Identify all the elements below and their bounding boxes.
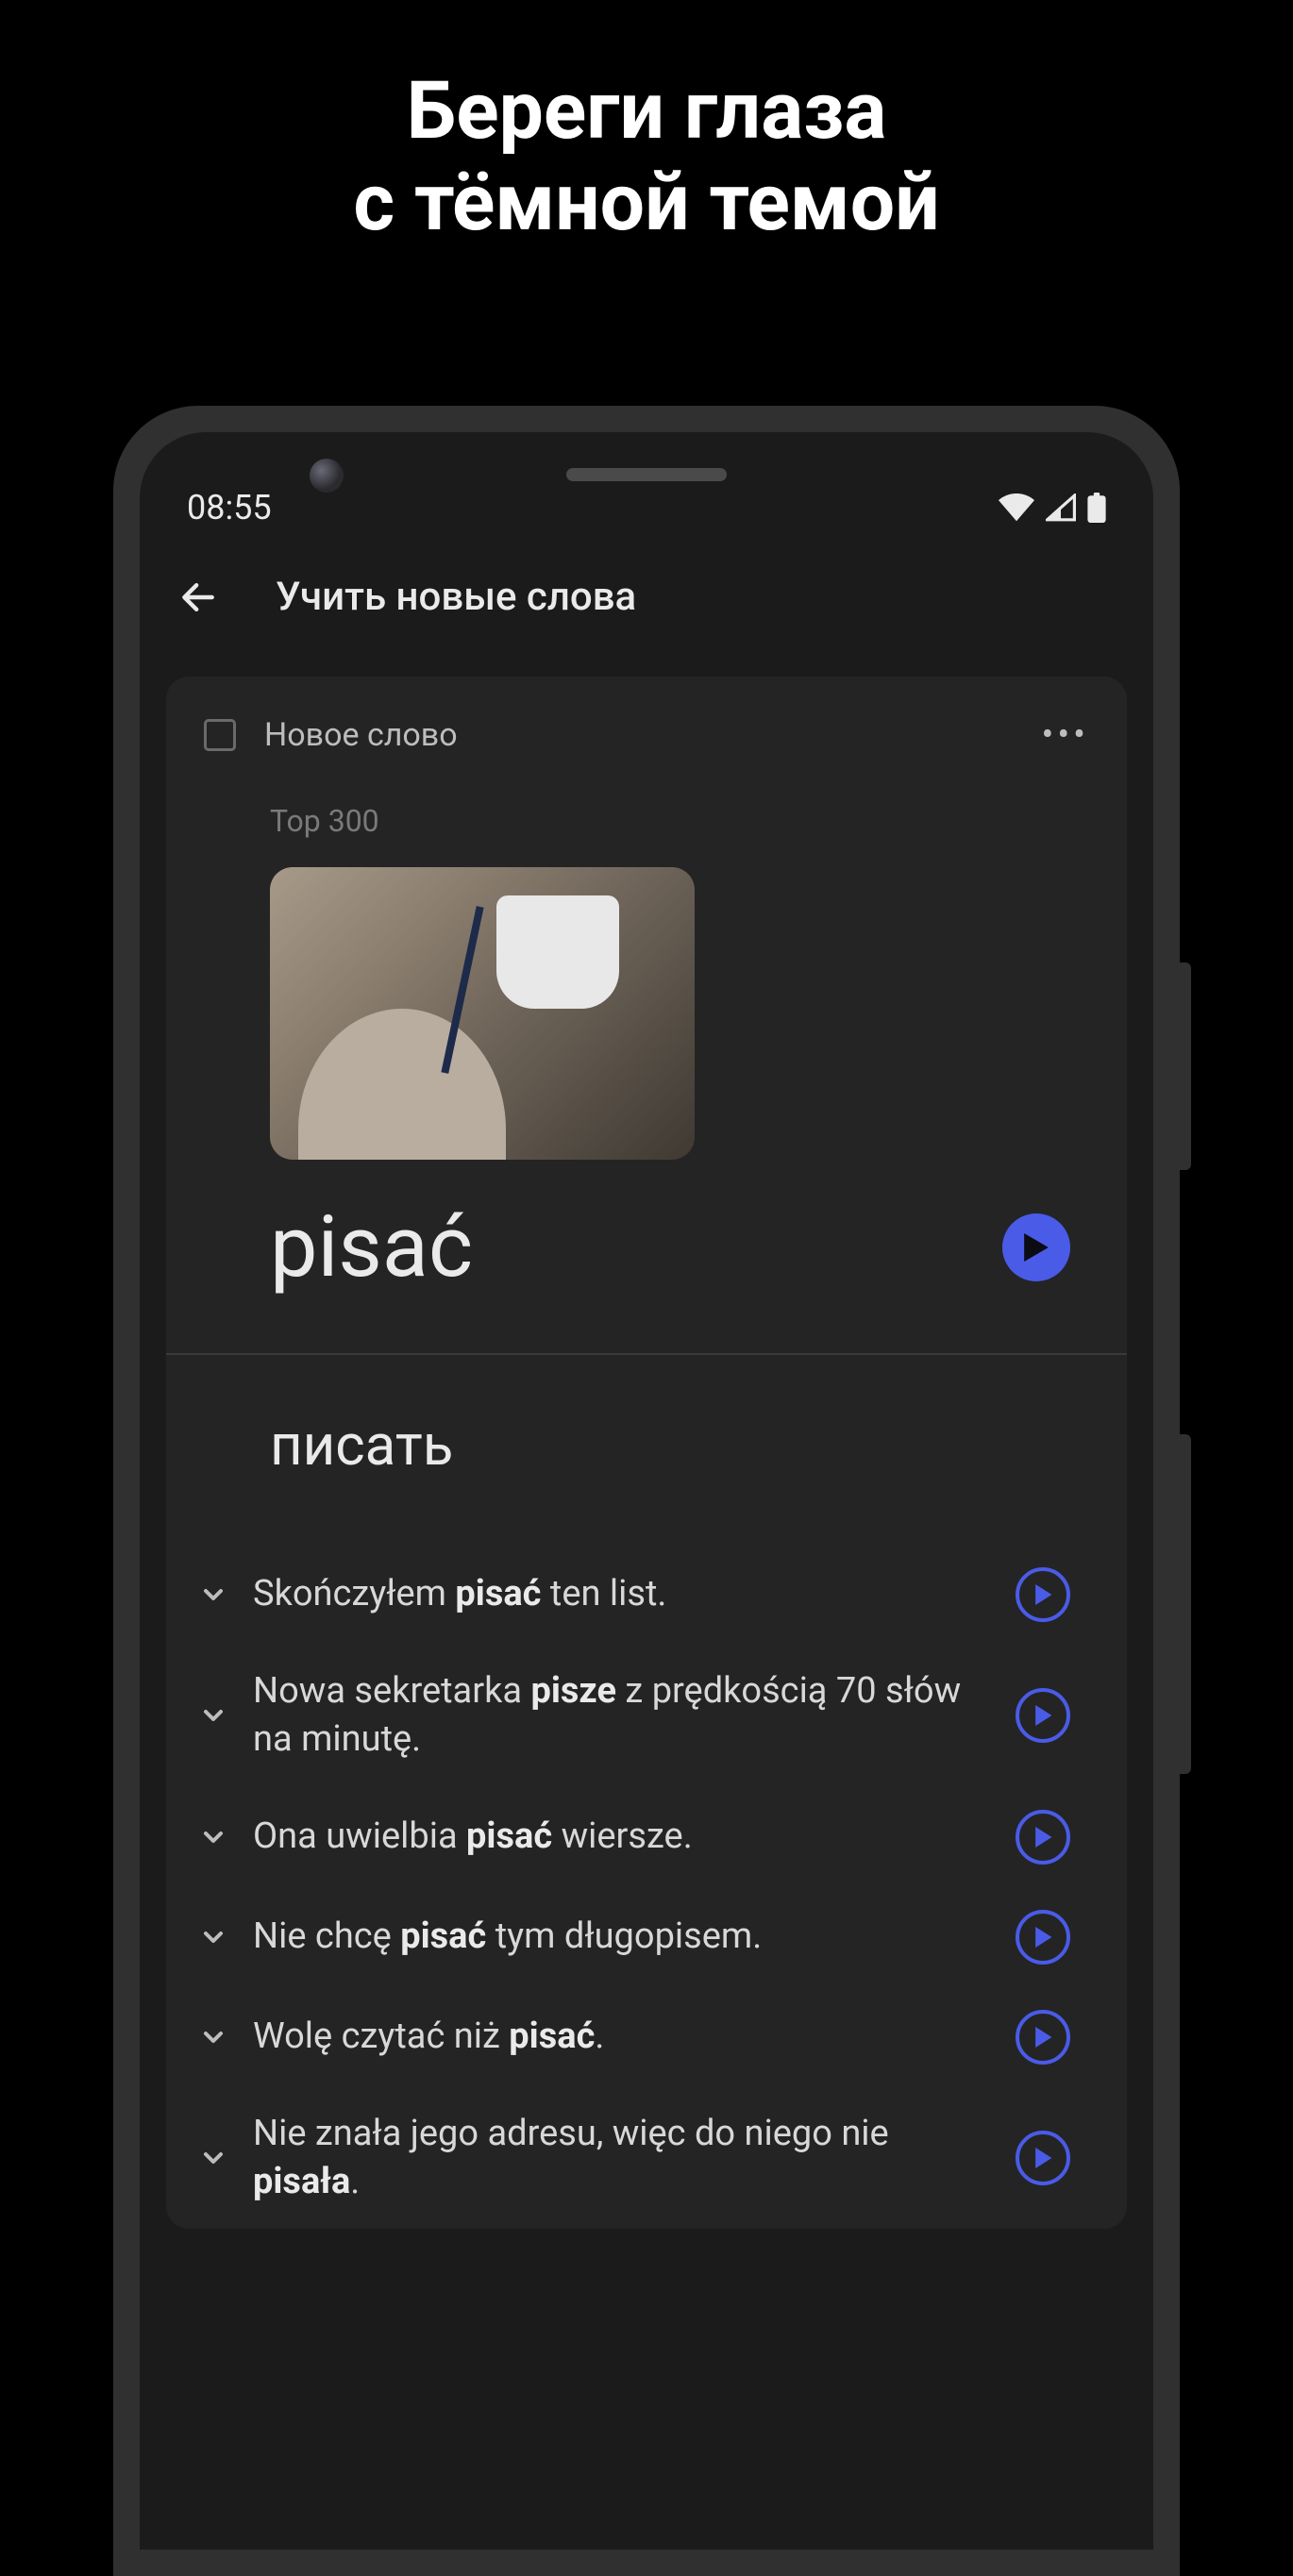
phone-frame: 08:55 Учить новые слова Новое слово ••• … (113, 406, 1180, 2576)
wifi-icon (999, 493, 1034, 522)
play-example-button[interactable] (1016, 2010, 1070, 2065)
example-text: Ona uwielbia pisać wiersze. (253, 1813, 991, 1861)
chevron-down-icon[interactable] (198, 2022, 228, 2052)
examples-list: Skończyłem pisać ten list. Nowa sekretark… (204, 1545, 1089, 2229)
example-row: Nie znała jego adresu, więc do niego nie… (198, 2087, 1089, 2230)
play-example-button[interactable] (1016, 1810, 1070, 1865)
status-time: 08:55 (187, 488, 272, 527)
play-icon (1033, 1584, 1052, 1605)
battery-icon (1087, 493, 1106, 523)
example-bold-word: pisze (530, 1670, 616, 1712)
translation: писать (204, 1355, 1089, 1545)
example-row: Nowa sekretarka pisze z prędkością 70 sł… (198, 1645, 1089, 1787)
phone-side-button (1180, 962, 1191, 1170)
play-icon (1024, 1233, 1049, 1262)
content-area: Новое слово ••• Top 300 pisać писать Sko… (140, 658, 1153, 2229)
phone-screen: 08:55 Учить новые слова Новое слово ••• … (140, 432, 1153, 2550)
example-text: Nie znała jego adresu, więc do niego nie… (253, 2110, 991, 2207)
play-icon (1033, 1827, 1052, 1848)
word-image (270, 867, 695, 1160)
speaker-grill (566, 468, 727, 481)
word-card: Новое слово ••• Top 300 pisać писать Sko… (166, 677, 1127, 2229)
card-header: Новое слово ••• (204, 714, 1089, 756)
example-row: Nie chcę pisać tym długopisem. (198, 1887, 1089, 1987)
word-row: pisać (166, 1160, 1127, 1355)
example-text: Nie chcę pisać tym długopisem. (253, 1913, 991, 1961)
play-example-button[interactable] (1016, 1567, 1070, 1622)
example-text: Nowa sekretarka pisze z prędkością 70 sł… (253, 1667, 991, 1765)
back-arrow-icon[interactable] (177, 577, 219, 618)
chevron-down-icon[interactable] (198, 1580, 228, 1610)
play-word-button[interactable] (1002, 1213, 1070, 1281)
play-icon (1033, 2148, 1052, 2168)
phone-side-button (1180, 1434, 1191, 1774)
status-icons (999, 493, 1106, 523)
example-row: Ona uwielbia pisać wiersze. (198, 1787, 1089, 1887)
more-menu-icon[interactable]: ••• (1042, 714, 1089, 756)
example-bold-word: pisać (400, 1915, 486, 1957)
select-checkbox[interactable] (204, 719, 236, 751)
promo-line-1: Береги глаза (0, 66, 1293, 158)
promo-line-2: с тёмной темой (0, 158, 1293, 249)
status-bar: 08:55 (140, 470, 1153, 545)
play-example-button[interactable] (1016, 2131, 1070, 2185)
example-bold-word: pisać (466, 1815, 552, 1857)
example-text: Wolę czytać niż pisać. (253, 2013, 991, 2061)
example-row: Wolę czytać niż pisać. (198, 1987, 1089, 2087)
play-example-button[interactable] (1016, 1910, 1070, 1965)
play-icon (1033, 1927, 1052, 1948)
chevron-down-icon[interactable] (198, 1700, 228, 1731)
app-bar: Учить новые слова (140, 545, 1153, 658)
main-word: pisać (270, 1197, 473, 1296)
example-row: Skończyłem pisać ten list. (198, 1545, 1089, 1645)
play-icon (1033, 1705, 1052, 1726)
signal-icon (1046, 493, 1076, 522)
new-word-label: Новое слово (264, 716, 1014, 754)
camera-dot (310, 459, 344, 493)
page-title: Учить новые слова (276, 574, 636, 620)
category-label: Top 300 (270, 803, 1089, 839)
chevron-down-icon[interactable] (198, 1822, 228, 1852)
chevron-down-icon[interactable] (198, 1922, 228, 1952)
example-text: Skończyłem pisać ten list. (253, 1570, 991, 1618)
example-bold-word: pisać (455, 1573, 541, 1614)
play-icon (1033, 2027, 1052, 2048)
example-bold-word: pisać (509, 2016, 595, 2057)
play-example-button[interactable] (1016, 1688, 1070, 1743)
image-pen-detail (441, 906, 483, 1074)
example-bold-word: pisała (253, 2161, 350, 2202)
chevron-down-icon[interactable] (198, 2143, 228, 2173)
promo-title: Береги глаза с тёмной темой (0, 0, 1293, 248)
